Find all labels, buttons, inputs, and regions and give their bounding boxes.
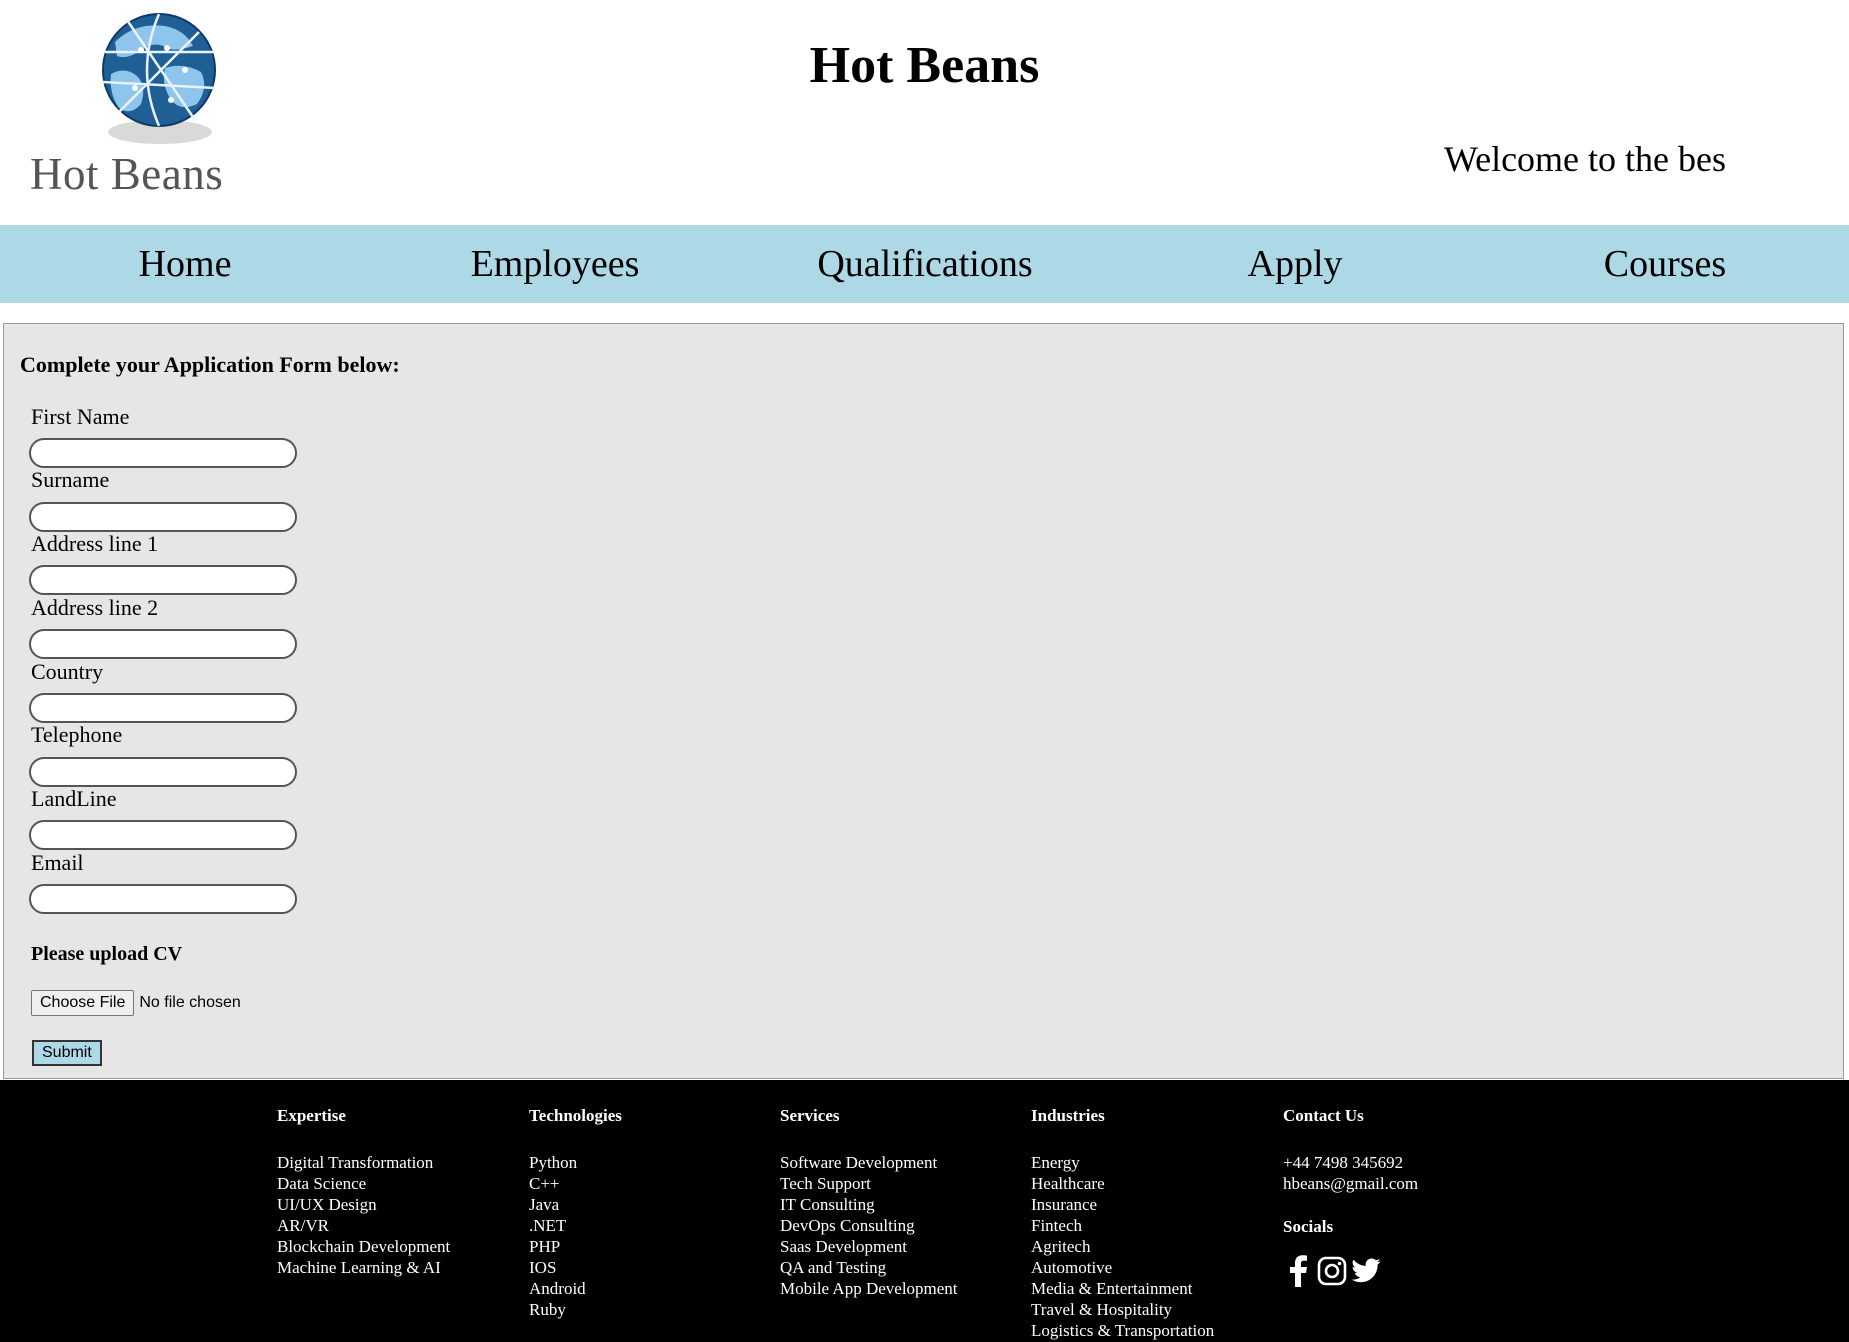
footer-link[interactable]: Digital Transformation bbox=[277, 1152, 517, 1173]
choose-file-button[interactable]: Choose File bbox=[31, 990, 135, 1016]
footer-link[interactable]: Media & Entertainment bbox=[1031, 1278, 1271, 1299]
telephone-label: Telephone bbox=[31, 722, 123, 747]
cv-file-input: Choose File No file chosen bbox=[31, 990, 241, 1016]
surname-field[interactable] bbox=[29, 502, 297, 532]
nav-item-employees[interactable]: Employees bbox=[370, 225, 740, 303]
email-field[interactable] bbox=[29, 884, 297, 914]
page: Hot Beans Hot Beans Welcome to the bes H… bbox=[0, 0, 1849, 1342]
footer-list: Software Development Tech Support IT Con… bbox=[780, 1152, 1020, 1299]
address-line-2-label: Address line 2 bbox=[31, 595, 159, 620]
address-line-1-field[interactable] bbox=[29, 565, 297, 595]
welcome-marquee-text: Welcome to the bes bbox=[1444, 139, 1727, 179]
footer-column-services: Services Software Development Tech Suppo… bbox=[780, 1106, 1020, 1299]
footer-link[interactable]: Agritech bbox=[1031, 1236, 1271, 1257]
footer-link[interactable]: Blockchain Development bbox=[277, 1236, 517, 1257]
facebook-icon[interactable] bbox=[1283, 1255, 1313, 1287]
footer-column-industries: Industries Energy Healthcare Insurance F… bbox=[1031, 1106, 1271, 1341]
file-status-text: No file chosen bbox=[139, 994, 241, 1011]
footer-column-title: Technologies bbox=[529, 1106, 622, 1125]
footer-link[interactable]: Travel & Hospitality bbox=[1031, 1299, 1271, 1320]
instagram-icon[interactable] bbox=[1317, 1255, 1347, 1287]
landline-label: LandLine bbox=[31, 786, 117, 811]
submit-button[interactable]: Submit bbox=[32, 1040, 102, 1066]
footer-link[interactable]: Java bbox=[529, 1194, 769, 1215]
footer-link[interactable]: DevOps Consulting bbox=[780, 1215, 1020, 1236]
footer-link[interactable]: Python bbox=[529, 1152, 769, 1173]
footer-list: Digital Transformation Data Science UI/U… bbox=[277, 1152, 517, 1278]
footer-link[interactable]: Healthcare bbox=[1031, 1173, 1271, 1194]
address-line-1-label: Address line 1 bbox=[31, 531, 159, 556]
footer-column-expertise: Expertise Digital Transformation Data Sc… bbox=[277, 1106, 517, 1278]
application-form: Complete your Application Form below: Fi… bbox=[3, 323, 1844, 1079]
email-label: Email bbox=[31, 850, 84, 875]
footer-link[interactable]: Saas Development bbox=[780, 1236, 1020, 1257]
twitter-icon[interactable] bbox=[1351, 1255, 1381, 1287]
footer-link[interactable]: AR/VR bbox=[277, 1215, 517, 1236]
footer-column-contact: Contact Us +44 7498 345692 hbeans@gmail.… bbox=[1283, 1106, 1523, 1287]
site-footer: Expertise Digital Transformation Data Sc… bbox=[0, 1080, 1849, 1342]
footer-link[interactable]: Tech Support bbox=[780, 1173, 1020, 1194]
telephone-field[interactable] bbox=[29, 757, 297, 787]
form-heading: Complete your Application Form below: bbox=[20, 352, 400, 377]
footer-list: Energy Healthcare Insurance Fintech Agri… bbox=[1031, 1152, 1271, 1341]
welcome-marquee: Welcome to the bes bbox=[1444, 134, 1730, 184]
footer-column-title: Contact Us bbox=[1283, 1106, 1364, 1125]
surname-label: Surname bbox=[31, 467, 110, 492]
footer-link[interactable]: PHP bbox=[529, 1236, 769, 1257]
footer-link[interactable]: Ruby bbox=[529, 1299, 769, 1320]
footer-column-title: Expertise bbox=[277, 1106, 346, 1125]
nav-item-apply[interactable]: Apply bbox=[1110, 225, 1480, 303]
logo-text: Hot Beans bbox=[30, 149, 224, 199]
footer-link[interactable]: Software Development bbox=[780, 1152, 1020, 1173]
footer-column-title: Services bbox=[780, 1106, 840, 1125]
country-label: Country bbox=[31, 659, 104, 684]
footer-link[interactable]: Android bbox=[529, 1278, 769, 1299]
nav-item-home[interactable]: Home bbox=[0, 225, 370, 303]
address-line-2-field[interactable] bbox=[29, 629, 297, 659]
footer-link[interactable]: C++ bbox=[529, 1173, 769, 1194]
first-name-field[interactable] bbox=[29, 438, 297, 468]
nav-item-courses[interactable]: Courses bbox=[1480, 225, 1849, 303]
footer-link[interactable]: UI/UX Design bbox=[277, 1194, 517, 1215]
site-header: Hot Beans Hot Beans Welcome to the bes bbox=[0, 0, 1849, 225]
footer-link[interactable]: Insurance bbox=[1031, 1194, 1271, 1215]
footer-column-title: Industries bbox=[1031, 1106, 1105, 1125]
socials-title: Socials bbox=[1283, 1217, 1334, 1236]
footer-link[interactable]: IT Consulting bbox=[780, 1194, 1020, 1215]
landline-field[interactable] bbox=[29, 820, 297, 850]
contact-email[interactable]: hbeans@gmail.com bbox=[1283, 1173, 1523, 1194]
footer-link[interactable]: IOS bbox=[529, 1257, 769, 1278]
footer-link[interactable]: Data Science bbox=[277, 1173, 517, 1194]
nav-item-qualifications[interactable]: Qualifications bbox=[740, 225, 1110, 303]
footer-link[interactable]: QA and Testing bbox=[780, 1257, 1020, 1278]
social-icons bbox=[1283, 1255, 1523, 1287]
footer-link[interactable]: Energy bbox=[1031, 1152, 1271, 1173]
footer-link[interactable]: Logistics & Transportation bbox=[1031, 1320, 1271, 1341]
page-title: Hot Beans bbox=[809, 37, 1040, 94]
footer-link[interactable]: Mobile App Development bbox=[780, 1278, 1020, 1299]
contact-list: +44 7498 345692 hbeans@gmail.com bbox=[1283, 1152, 1523, 1194]
footer-link[interactable]: .NET bbox=[529, 1215, 769, 1236]
main-nav: Home Employees Qualifications Apply Cour… bbox=[0, 225, 1849, 303]
first-name-label: First Name bbox=[31, 404, 130, 429]
footer-column-technologies: Technologies Python C++ Java .NET PHP IO… bbox=[529, 1106, 769, 1320]
footer-list: Python C++ Java .NET PHP IOS Android Rub… bbox=[529, 1152, 769, 1320]
footer-link[interactable]: Machine Learning & AI bbox=[277, 1257, 517, 1278]
upload-cv-heading: Please upload CV bbox=[31, 943, 183, 965]
country-field[interactable] bbox=[29, 693, 297, 723]
contact-phone[interactable]: +44 7498 345692 bbox=[1283, 1152, 1523, 1173]
footer-link[interactable]: Automotive bbox=[1031, 1257, 1271, 1278]
footer-link[interactable]: Fintech bbox=[1031, 1215, 1271, 1236]
